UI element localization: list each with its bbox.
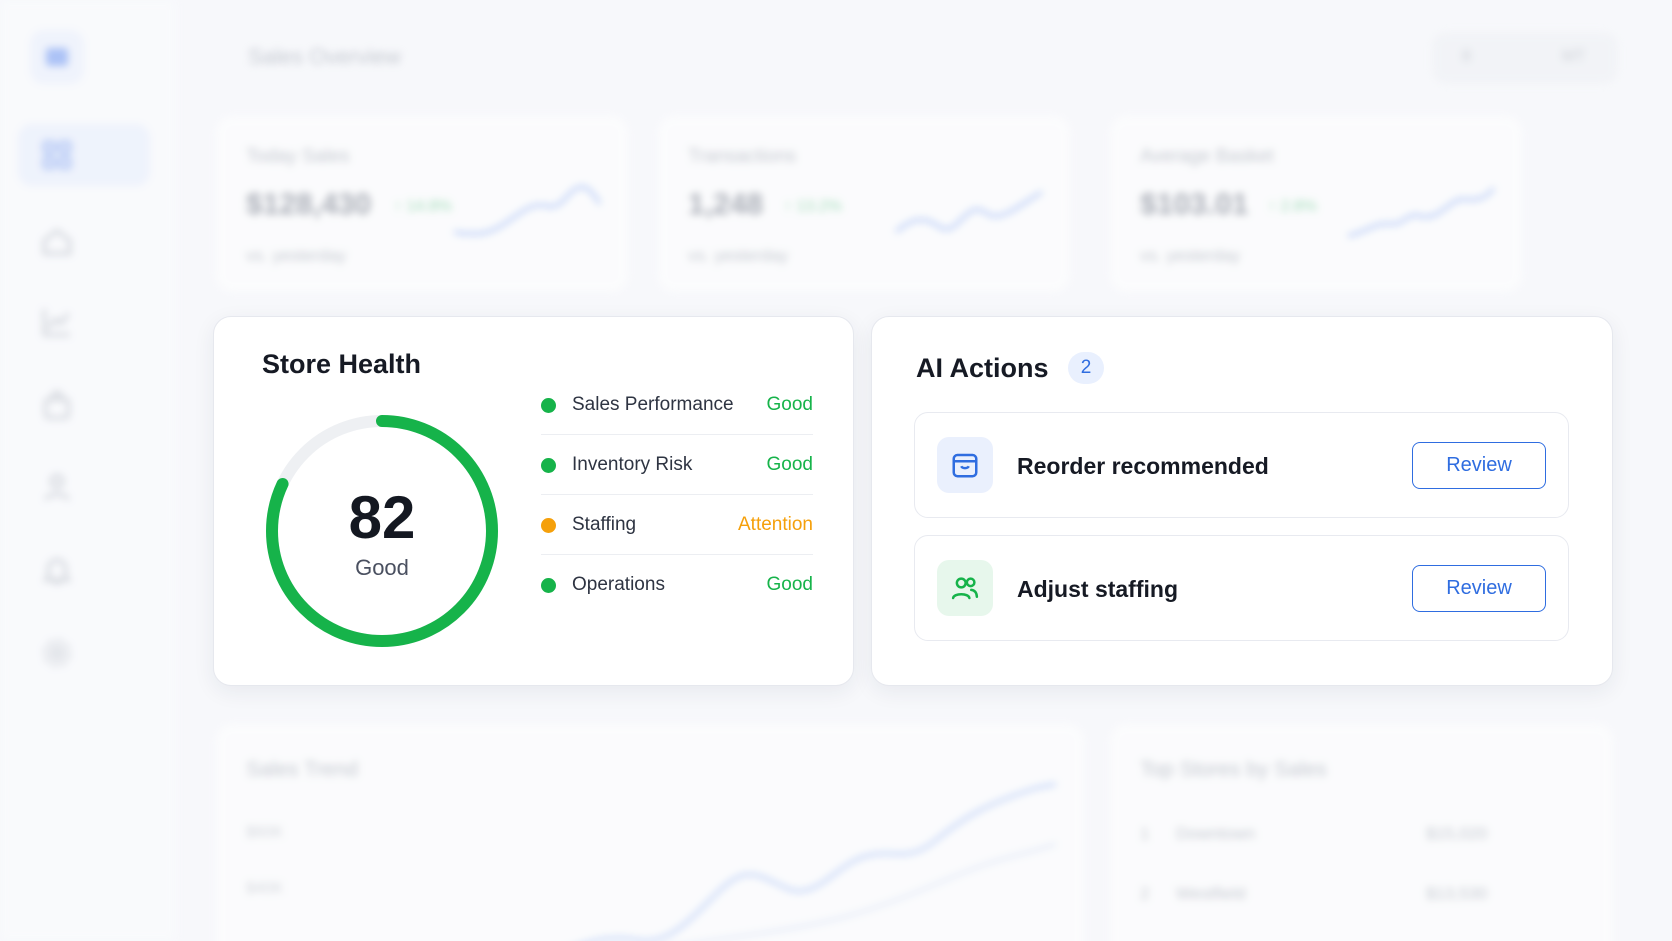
kpi-sub: vs. yesterday xyxy=(1140,246,1241,265)
health-score: 82 xyxy=(348,484,416,551)
store-name: Downtown xyxy=(1176,824,1256,843)
top-stores-card: Top Stores by Sales 1 Downtown $15,020 2… xyxy=(1110,724,1613,941)
sales-trend-card: Sales Trend $60K $40K xyxy=(216,724,1084,941)
kpi-value: 1,248 xyxy=(688,188,764,221)
kpi-label: Today Sales xyxy=(246,146,350,167)
home-icon[interactable] xyxy=(40,225,74,259)
kpi-card-basket: Average Basket $103.01 ↑ 2.8% vs. yester… xyxy=(1110,116,1522,292)
sidebar-item-dashboard[interactable] xyxy=(18,124,150,186)
store-rank: 1 xyxy=(1140,824,1150,843)
metric-status: Good xyxy=(766,454,813,475)
bell-icon[interactable] xyxy=(40,553,74,587)
metric-status: Good xyxy=(766,574,813,595)
axis-label: $40K xyxy=(246,880,284,897)
kpi-delta: ↑ 2.8% xyxy=(1268,198,1317,215)
kpi-label: Transactions xyxy=(688,146,797,167)
bag-icon[interactable] xyxy=(40,388,74,422)
action-count-badge: 2 xyxy=(1068,352,1104,384)
app-logo xyxy=(30,30,84,84)
kpi-delta: ↑ 14.8% xyxy=(394,198,452,215)
ai-actions-card: AI Actions 2 Reorder recommended Review xyxy=(871,316,1613,686)
sales-trend-title: Sales Trend xyxy=(246,758,359,781)
top-stores-title: Top Stores by Sales xyxy=(1140,758,1327,781)
kpi-delta: ↑ 13.2% xyxy=(784,198,842,215)
chart-icon[interactable] xyxy=(40,305,74,339)
metric-name: Inventory Risk xyxy=(572,454,693,475)
status-dot xyxy=(541,398,556,413)
kpi-label: Average Basket xyxy=(1140,146,1274,167)
user-icon[interactable] xyxy=(40,470,74,504)
metric-name: Sales Performance xyxy=(572,394,734,415)
action-title: Reorder recommended xyxy=(1017,453,1269,479)
sidebar xyxy=(0,0,175,941)
store-value: $15,020 xyxy=(1426,824,1488,843)
metric-status: Attention xyxy=(738,514,813,535)
kpi-card-sales: Today Sales $128,430 ↑ 14.8% vs. yesterd… xyxy=(216,116,628,292)
page-title: Sales Overview xyxy=(248,44,401,69)
metric-row-operations: Operations Good xyxy=(541,555,813,615)
notification-count: 8 xyxy=(1462,48,1471,65)
kpi-sparkline xyxy=(1347,187,1496,238)
review-button[interactable]: Review xyxy=(1412,442,1546,489)
status-dot xyxy=(541,518,556,533)
metric-row-sales-performance: Sales Performance Good xyxy=(541,375,813,435)
store-health-card: Store Health 82 Good Sales Performance G… xyxy=(213,316,854,686)
store-rank: 2 xyxy=(1140,884,1150,903)
action-item-reorder[interactable]: Reorder recommended Review xyxy=(914,412,1569,518)
status-dot xyxy=(541,458,556,473)
kpi-value: $128,430 xyxy=(246,188,372,221)
kpi-card-transactions: Transactions 1,248 ↑ 13.2% vs. yesterday xyxy=(658,116,1070,292)
metric-name: Operations xyxy=(572,574,665,595)
status-dot xyxy=(541,578,556,593)
kpi-value: $103.01 xyxy=(1140,188,1249,221)
kpi-sparkline xyxy=(895,190,1043,234)
action-item-staffing[interactable]: Adjust staffing Review xyxy=(914,535,1569,641)
user-menu[interactable]: 8 MT xyxy=(1432,32,1618,84)
kpi-sub: vs. yesterday xyxy=(688,246,789,265)
store-name: Westfield xyxy=(1176,884,1246,903)
health-score-label: Good xyxy=(355,555,409,580)
review-button[interactable]: Review xyxy=(1412,565,1546,612)
kpi-sub: vs. yesterday xyxy=(246,246,347,265)
metric-row-staffing: Staffing Attention xyxy=(541,495,813,555)
kpi-sparkline xyxy=(453,185,602,236)
dashboard: Sales Overview 8 MT Today Sales $128,430… xyxy=(0,0,1672,941)
metric-status: Good xyxy=(766,394,813,415)
axis-label: $60K xyxy=(246,824,284,841)
store-health-title: Store Health xyxy=(262,349,422,379)
grid-icon[interactable] xyxy=(40,138,74,172)
metric-row-inventory-risk: Inventory Risk Good xyxy=(541,435,813,495)
ai-actions-title: AI Actions xyxy=(916,353,1049,383)
store-value: $13,530 xyxy=(1426,884,1488,903)
box-icon xyxy=(937,437,993,493)
gear-icon[interactable] xyxy=(40,636,74,670)
metric-name: Staffing xyxy=(572,514,637,535)
sales-trend-line xyxy=(588,782,1057,941)
action-title: Adjust staffing xyxy=(1017,576,1178,602)
users-icon xyxy=(937,560,993,616)
user-initials: MT xyxy=(1562,48,1586,65)
